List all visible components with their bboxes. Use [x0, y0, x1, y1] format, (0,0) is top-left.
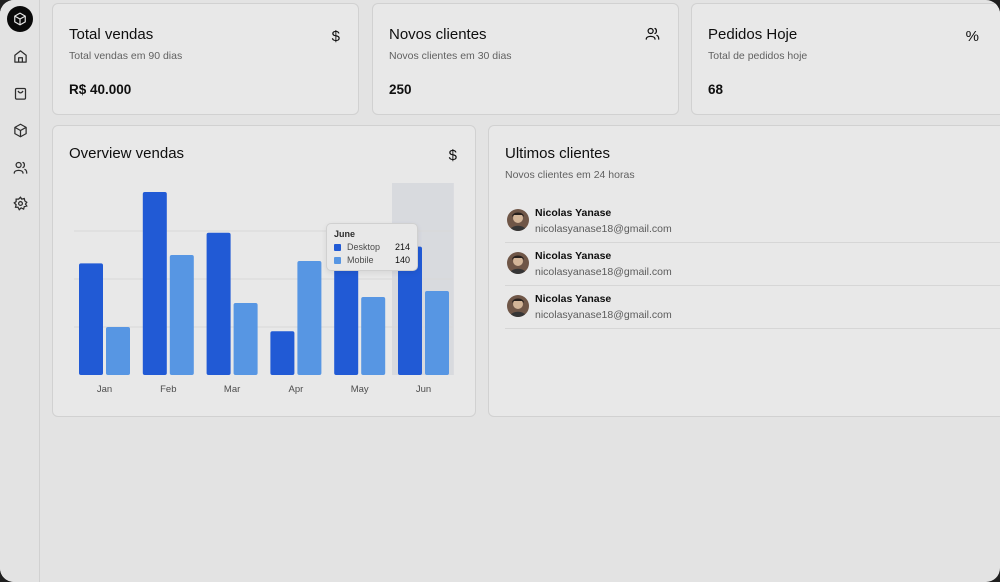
bar-mobile-apr [297, 261, 322, 375]
tooltip-row-desktop: Desktop 214 [334, 242, 410, 254]
bar-desktop-mar [206, 232, 231, 375]
tooltip-value: 214 [394, 242, 410, 252]
x-tick-label: Apr [289, 384, 304, 395]
x-tick-label: Feb [160, 384, 176, 395]
avatar [507, 295, 529, 317]
tooltip-label: Mobile [347, 255, 374, 265]
tooltip-title: June [334, 229, 356, 239]
bar-mobile-may [361, 297, 386, 375]
tooltip-label: Desktop [347, 242, 381, 252]
tooltip-value: 140 [394, 255, 410, 265]
bar-mobile-feb [169, 255, 194, 375]
app-window: Total vendas Total vendas em 90 dias R$ … [0, 0, 1000, 582]
x-tick-label: Jun [416, 384, 431, 395]
clients-card: Ultimos clientes Novos clientes em 24 ho… [488, 125, 1000, 417]
client-name: Nicolas Yanase [535, 250, 612, 262]
clients-title: Ultimos clientes [505, 145, 611, 162]
client-email: nicolasyanase18@gmail.com [535, 266, 672, 278]
tooltip-row-mobile: Mobile 140 [334, 255, 410, 267]
client-name: Nicolas Yanase [535, 293, 612, 305]
bar-desktop-apr [270, 331, 295, 375]
avatar [507, 209, 529, 231]
legend-swatch-desktop [334, 244, 341, 251]
x-tick-label: May [351, 384, 369, 395]
bar-desktop-feb [142, 192, 167, 375]
client-name: Nicolas Yanase [535, 207, 612, 219]
client-row[interactable]: Nicolas Yanase nicolasyanase18@gmail.com [505, 243, 1000, 286]
clients-subtitle: Novos clientes em 24 horas [505, 169, 635, 181]
client-row[interactable]: Nicolas Yanase nicolasyanase18@gmail.com [505, 286, 1000, 329]
client-email: nicolasyanase18@gmail.com [535, 223, 672, 235]
legend-swatch-mobile [334, 257, 341, 264]
client-row[interactable]: Nicolas Yanase nicolasyanase18@gmail.com [505, 200, 1000, 243]
client-email: nicolasyanase18@gmail.com [535, 309, 672, 321]
bar-mobile-jun [425, 291, 449, 375]
bar-desktop-jan [79, 263, 103, 375]
x-tick-label: Mar [224, 384, 240, 395]
avatar [507, 252, 529, 274]
bar-mobile-jan [106, 327, 130, 375]
chart-tooltip: June Desktop 214 Mobile 140 [326, 223, 418, 271]
bar-mobile-mar [233, 303, 258, 375]
x-tick-label: Jan [97, 384, 112, 395]
